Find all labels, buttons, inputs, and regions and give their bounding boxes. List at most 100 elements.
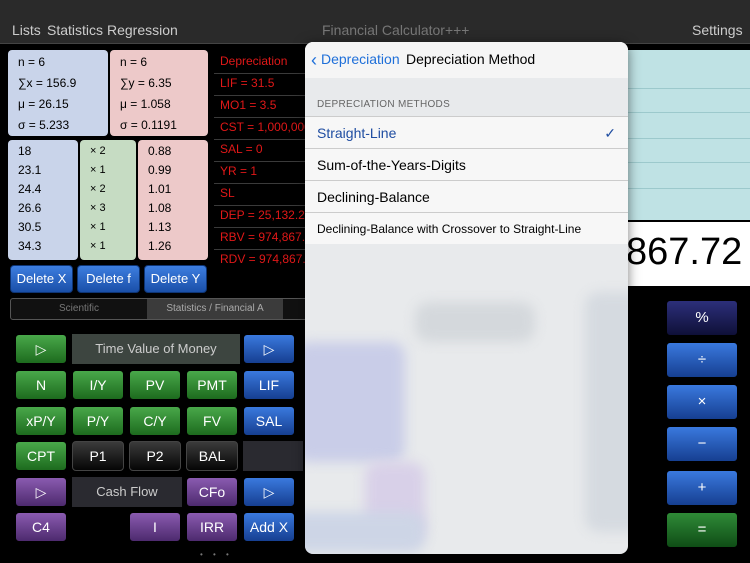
list-item[interactable]: × 1	[90, 221, 106, 233]
key-p1[interactable]: P1	[72, 441, 124, 471]
option-straight-line[interactable]: Straight-Line ✓	[305, 116, 628, 148]
key-xp-y[interactable]: xP/Y	[15, 406, 67, 436]
key-irr[interactable]: IRR	[186, 512, 238, 542]
top-bar: Lists Statistics Regression Financial Ca…	[0, 0, 750, 44]
stat-sum-x: ∑x = 156.9	[18, 76, 77, 90]
list-item[interactable]: × 2	[90, 145, 106, 157]
option-label: Declining-Balance with Crossover to Stra…	[317, 222, 582, 236]
list-item[interactable]: × 1	[90, 164, 106, 176]
depreciation-method-list: Straight-Line ✓ Sum-of-the-Years-Digits …	[305, 116, 628, 244]
list-item[interactable]: 0.88	[148, 144, 171, 158]
key-p2[interactable]: P2	[129, 441, 181, 471]
popover-nav-bar: ‹ Depreciation Depreciation Method	[305, 42, 628, 78]
key-i[interactable]: I	[129, 512, 181, 542]
app-title: Financial Calculator+++	[322, 22, 470, 38]
key-cfo[interactable]: CFo	[186, 477, 238, 507]
mode-tabs: Scientific Statistics / Financial A	[10, 298, 310, 320]
key-c-y[interactable]: C/Y	[129, 406, 181, 436]
tvm-label: Time Value of Money	[72, 334, 240, 364]
stat-mean-x: μ = 26.15	[18, 97, 69, 111]
key-add[interactable]: +	[666, 470, 738, 506]
key-i-y[interactable]: I/Y	[72, 370, 124, 400]
list-item[interactable]: × 2	[90, 183, 106, 195]
list-item[interactable]: 1.26	[148, 239, 171, 253]
menu-statistics[interactable]: Statistics	[47, 22, 103, 38]
list-item[interactable]: × 1	[90, 240, 106, 252]
tab-statistics-financial[interactable]: Statistics / Financial A	[147, 299, 283, 319]
key-multiply[interactable]: ×	[666, 384, 738, 420]
list-item[interactable]: 24.4	[18, 182, 41, 196]
menu-regression[interactable]: Regression	[107, 22, 178, 38]
list-item[interactable]: 0.99	[148, 163, 171, 177]
option-label: Sum-of-the-Years-Digits	[317, 157, 466, 173]
list-item[interactable]: 1.01	[148, 182, 171, 196]
section-header: DEPRECIATION METHODS	[317, 99, 451, 110]
register-panel	[626, 50, 750, 220]
checkmark-icon: ✓	[604, 125, 616, 141]
main-display: 867.72	[626, 222, 750, 286]
key-cpt[interactable]: CPT	[15, 441, 67, 471]
option-label: Declining-Balance	[317, 189, 430, 205]
key-blank	[243, 441, 303, 471]
key-fv[interactable]: FV	[186, 406, 238, 436]
stat-mean-y: μ = 1.058	[120, 97, 171, 111]
list-item[interactable]: × 3	[90, 202, 106, 214]
play-icon[interactable]: ▷	[243, 477, 295, 507]
page-indicator: • • •	[200, 550, 233, 559]
option-declining-balance[interactable]: Declining-Balance	[305, 180, 628, 212]
list-item[interactable]: 1.08	[148, 201, 171, 215]
depreciation-yr: YR = 1	[220, 164, 258, 178]
key-lif[interactable]: LIF	[243, 370, 295, 400]
depreciation-method-popover: ‹ Depreciation Depreciation Method DEPREC…	[305, 42, 628, 554]
stat-sigma-x: σ = 5.233	[18, 118, 70, 132]
menu-lists[interactable]: Lists	[12, 22, 41, 38]
popover-title: Depreciation Method	[406, 51, 536, 67]
list-item[interactable]: 26.6	[18, 201, 41, 215]
play-icon[interactable]: ▷	[243, 334, 295, 364]
y-values-list[interactable]: 0.88 0.99 1.01 1.08 1.13 1.26	[138, 140, 208, 260]
x-statistics-panel: n = 6 ∑x = 156.9 μ = 26.15 σ = 5.233	[8, 50, 108, 136]
key-pv[interactable]: PV	[129, 370, 181, 400]
back-button[interactable]: ‹ Depreciation	[311, 50, 400, 71]
key-pmt[interactable]: PMT	[186, 370, 238, 400]
depreciation-cst: CST = 1,000,000	[220, 120, 311, 134]
cash-flow-label: Cash Flow	[72, 477, 182, 507]
key-divide[interactable]: ÷	[666, 342, 738, 378]
play-icon[interactable]: ▷	[15, 334, 67, 364]
depreciation-dep: DEP = 25,132.28	[220, 208, 312, 222]
x-values-list[interactable]: 18 23.1 24.4 26.6 30.5 34.3	[8, 140, 78, 260]
option-declining-balance-crossover[interactable]: Declining-Balance with Crossover to Stra…	[305, 212, 628, 244]
key-c4[interactable]: C4	[15, 512, 67, 542]
depreciation-mo1: MO1 = 3.5	[220, 98, 277, 112]
tab-scientific[interactable]: Scientific	[11, 299, 147, 319]
key-subtract[interactable]: −	[666, 426, 738, 462]
key-sal[interactable]: SAL	[243, 406, 295, 436]
stat-sigma-y: σ = 0.1191	[120, 118, 177, 132]
stat-n-x: n = 6	[18, 55, 46, 69]
delete-f-button[interactable]: Delete f	[77, 265, 140, 293]
depreciation-sal: SAL = 0	[220, 142, 263, 156]
option-label: Straight-Line	[317, 125, 397, 141]
delete-x-button[interactable]: Delete X	[10, 265, 73, 293]
depreciation-method: SL	[220, 186, 235, 200]
list-item[interactable]: 34.3	[18, 239, 41, 253]
menu-settings[interactable]: Settings	[692, 22, 743, 38]
option-sum-of-years-digits[interactable]: Sum-of-the-Years-Digits	[305, 148, 628, 180]
stat-sum-y: ∑y = 6.35	[120, 76, 172, 90]
delete-y-button[interactable]: Delete Y	[144, 265, 207, 293]
key-add-x[interactable]: Add X	[243, 512, 295, 542]
key-bal[interactable]: BAL	[186, 441, 238, 471]
depreciation-rbv: RBV = 974,867.72	[220, 230, 319, 244]
list-item[interactable]: 18	[18, 144, 31, 158]
frequency-list[interactable]: × 2 × 1 × 2 × 3 × 1 × 1	[80, 140, 136, 260]
play-icon[interactable]: ▷	[15, 477, 67, 507]
list-item[interactable]: 30.5	[18, 220, 41, 234]
key-n[interactable]: N	[15, 370, 67, 400]
key-equals[interactable]: =	[666, 512, 738, 548]
key-p-y[interactable]: P/Y	[72, 406, 124, 436]
key-percent[interactable]: %	[666, 300, 738, 336]
back-button-label: Depreciation	[321, 51, 400, 67]
y-statistics-panel: n = 6 ∑y = 6.35 μ = 1.058 σ = 0.1191	[110, 50, 208, 136]
list-item[interactable]: 1.13	[148, 220, 171, 234]
list-item[interactable]: 23.1	[18, 163, 41, 177]
